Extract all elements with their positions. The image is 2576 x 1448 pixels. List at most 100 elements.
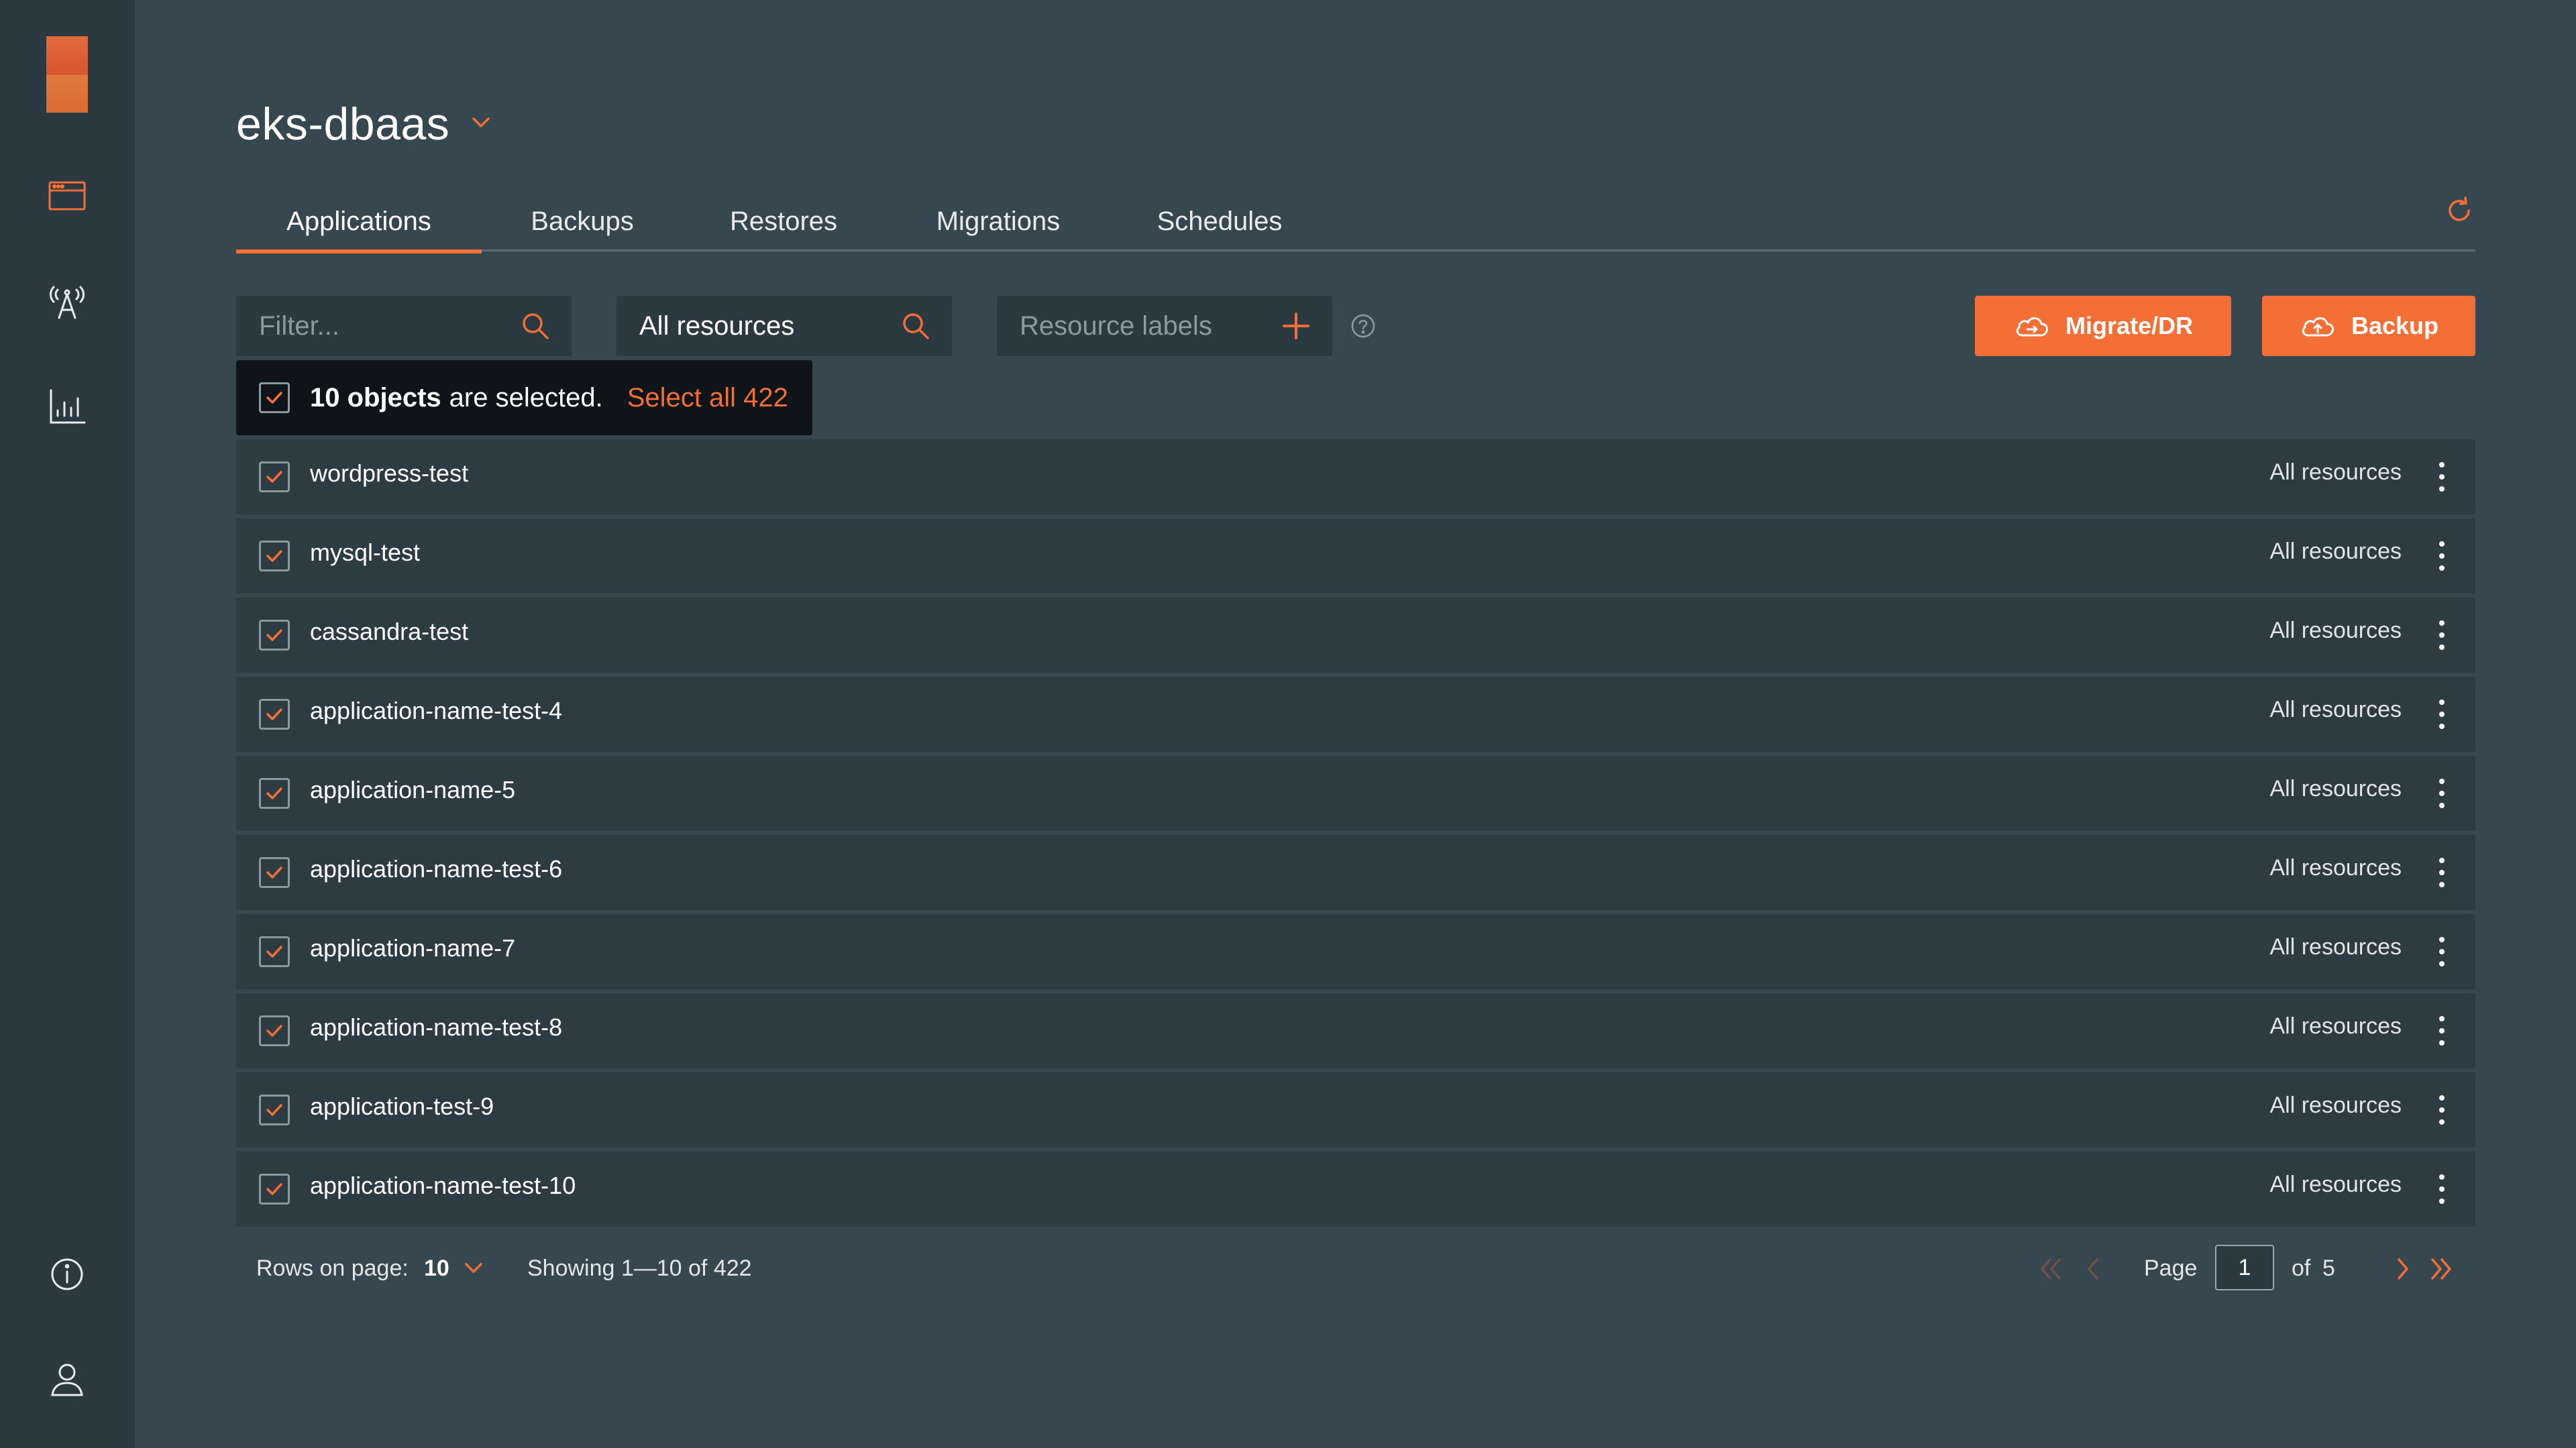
tab-migrations[interactable]: Migrations xyxy=(884,191,1112,252)
page-number-input[interactable]: 1 xyxy=(2215,1245,2274,1290)
rows-per-page-label: Rows on page: xyxy=(256,1256,409,1281)
refresh-icon[interactable] xyxy=(2443,194,2475,227)
row-checkbox[interactable] xyxy=(259,936,290,967)
resources-select[interactable]: All resources xyxy=(616,296,952,356)
next-page-icon[interactable] xyxy=(2385,1251,2420,1286)
more-vertical-icon[interactable] xyxy=(2435,539,2449,573)
row-name: application-test-9 xyxy=(310,1093,494,1120)
page-label: Page xyxy=(2144,1256,2198,1281)
row-checkbox[interactable] xyxy=(259,778,290,809)
row-name: mysql-test xyxy=(310,539,421,566)
row-checkbox[interactable] xyxy=(259,857,290,888)
more-vertical-icon[interactable] xyxy=(2435,1093,2449,1127)
row-checkbox[interactable] xyxy=(259,461,290,492)
row-name: application-name-test-6 xyxy=(310,855,563,883)
more-vertical-icon[interactable] xyxy=(2435,1013,2449,1048)
last-page-icon[interactable] xyxy=(2424,1251,2459,1286)
table-row[interactable]: mysql-test All resources xyxy=(236,518,2475,594)
row-checkbox[interactable] xyxy=(259,1174,290,1205)
table-row[interactable]: application-name-5 All resources xyxy=(236,756,2475,831)
selected-suffix: are selected. xyxy=(449,382,603,412)
cloud-migrate-icon xyxy=(2016,317,2048,337)
table-row[interactable]: application-name-test-8 All resources xyxy=(236,993,2475,1068)
row-scope: All resources xyxy=(2269,855,2402,881)
row-name: wordpress-test xyxy=(310,459,469,487)
table-row[interactable]: application-name-test-6 All resources xyxy=(236,835,2475,910)
plus-icon[interactable] xyxy=(1280,310,1312,342)
more-vertical-icon[interactable] xyxy=(2435,934,2449,969)
tab-restores[interactable]: Restores xyxy=(683,191,884,252)
select-all-link[interactable]: Select all 422 xyxy=(627,383,788,413)
row-scope: All resources xyxy=(2269,1172,2402,1197)
row-checkbox[interactable] xyxy=(259,541,290,571)
table-row[interactable]: application-name-7 All resources xyxy=(236,914,2475,989)
help-icon[interactable] xyxy=(1350,313,1377,339)
row-name: cassandra-test xyxy=(310,618,469,645)
row-name: application-name-test-4 xyxy=(310,697,563,724)
sidebar xyxy=(0,0,135,1448)
table-row[interactable]: wordpress-test All resources xyxy=(236,439,2475,514)
select-all-checkbox[interactable] xyxy=(259,382,290,413)
tab-bar: Applications Backups Restores Migrations… xyxy=(236,191,2475,254)
row-scope: All resources xyxy=(2269,697,2402,722)
search-icon xyxy=(519,310,551,342)
more-vertical-icon[interactable] xyxy=(2435,855,2449,890)
migrate-dr-button[interactable]: Migrate/DR xyxy=(1975,296,2231,356)
tab-schedules[interactable]: Schedules xyxy=(1112,191,1327,252)
rows-per-page-select[interactable]: 10 xyxy=(424,1256,449,1282)
rows-per-page-value: 10 xyxy=(424,1256,449,1281)
row-scope: All resources xyxy=(2269,618,2402,643)
row-scope: All resources xyxy=(2269,1093,2402,1118)
bar-chart-icon[interactable] xyxy=(42,381,93,432)
info-icon[interactable] xyxy=(42,1249,93,1300)
row-name: application-name-test-8 xyxy=(310,1013,563,1041)
selected-count: 10 objects xyxy=(310,382,441,412)
logo xyxy=(46,36,88,113)
previous-page-icon[interactable] xyxy=(2076,1251,2110,1286)
browser-window-icon[interactable] xyxy=(42,170,93,221)
more-vertical-icon[interactable] xyxy=(2435,697,2449,732)
search-icon xyxy=(900,310,932,342)
row-checkbox[interactable] xyxy=(259,1015,290,1046)
resources-value: All resources xyxy=(639,311,795,341)
backup-button[interactable]: Backup xyxy=(2262,296,2475,356)
backup-label: Backup xyxy=(2351,312,2439,339)
row-scope: All resources xyxy=(2269,934,2402,960)
row-name: application-name-5 xyxy=(310,776,516,803)
of-label: of xyxy=(2292,1256,2311,1281)
row-scope: All resources xyxy=(2269,776,2402,801)
table-row[interactable]: cassandra-test All resources xyxy=(236,598,2475,673)
row-scope: All resources xyxy=(2269,1013,2402,1039)
table-row[interactable]: application-name-test-10 All resources xyxy=(236,1152,2475,1227)
project-selector[interactable]: eks-dbaas xyxy=(236,94,494,154)
project-name: eks-dbaas xyxy=(236,99,450,150)
main-content: eks-dbaas Applications Backups Restores … xyxy=(236,0,2475,1448)
page-number-value: 1 xyxy=(2238,1254,2251,1280)
row-scope: All resources xyxy=(2269,539,2402,564)
antenna-icon[interactable] xyxy=(42,276,93,327)
filter-placeholder: Filter... xyxy=(259,311,340,341)
filter-input[interactable]: Filter... xyxy=(236,296,572,356)
tab-backups[interactable]: Backups xyxy=(482,191,683,252)
table-row[interactable]: application-name-test-4 All resources xyxy=(236,677,2475,752)
selection-banner: 10 objects are selected. Select all 422 xyxy=(236,360,812,435)
tab-applications[interactable]: Applications xyxy=(236,191,482,254)
more-vertical-icon[interactable] xyxy=(2435,776,2449,811)
row-checkbox[interactable] xyxy=(259,1095,290,1125)
row-checkbox[interactable] xyxy=(259,699,290,730)
chevron-down-icon[interactable] xyxy=(468,110,494,139)
chevron-down-icon[interactable] xyxy=(461,1256,486,1281)
resource-labels-input[interactable]: Resource labels xyxy=(997,296,1332,356)
pagination-bar: Rows on page: 10 Showing 1—10 of 422 Pag… xyxy=(236,1242,2475,1296)
showing-range: Showing 1—10 of 422 xyxy=(527,1256,752,1281)
total-pages: 5 xyxy=(2322,1256,2335,1281)
resource-labels-placeholder: Resource labels xyxy=(1020,311,1212,341)
table-row[interactable]: application-test-9 All resources xyxy=(236,1072,2475,1148)
user-icon[interactable] xyxy=(42,1353,93,1404)
cloud-upload-icon xyxy=(2302,317,2334,337)
more-vertical-icon[interactable] xyxy=(2435,1172,2449,1207)
first-page-icon[interactable] xyxy=(2033,1251,2068,1286)
more-vertical-icon[interactable] xyxy=(2435,618,2449,653)
more-vertical-icon[interactable] xyxy=(2435,459,2449,494)
row-checkbox[interactable] xyxy=(259,620,290,651)
